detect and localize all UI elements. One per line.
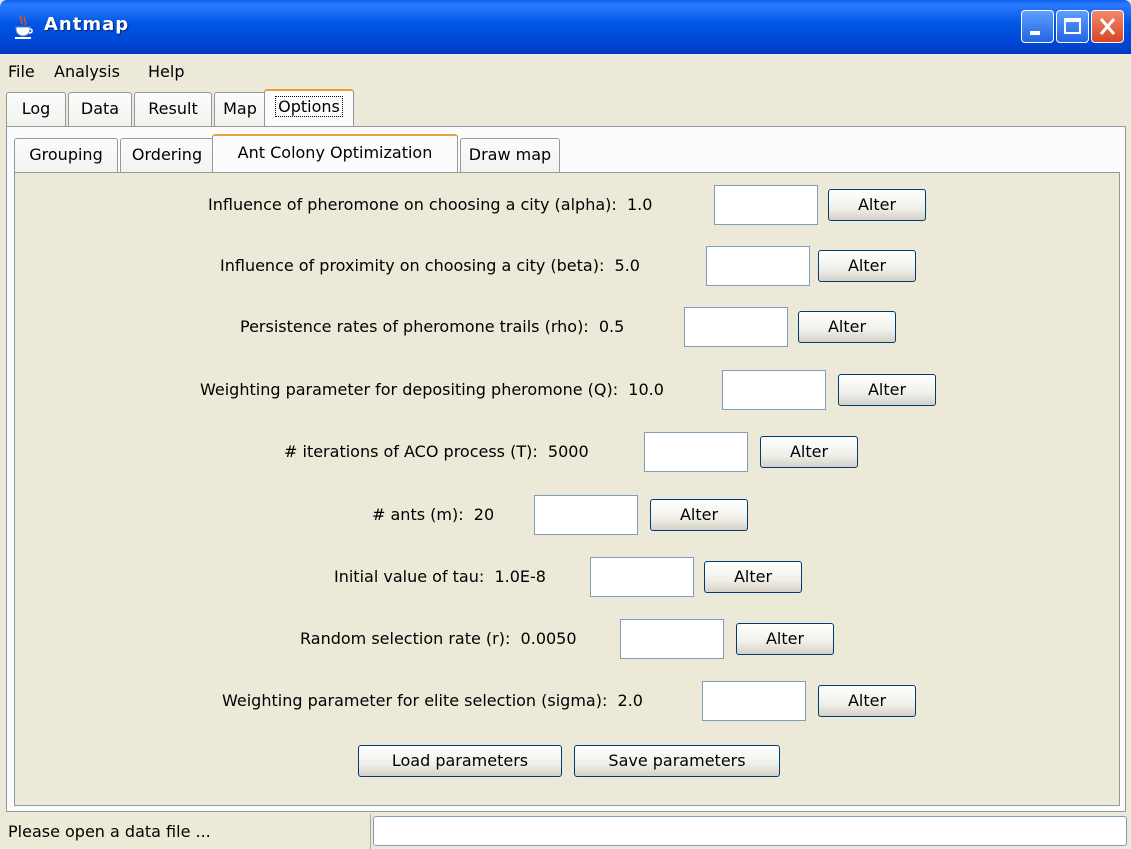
param-row-alpha: Influence of pheromone on choosing a cit…	[208, 185, 938, 225]
tab-options-label: Options	[275, 96, 343, 117]
param-value-q: 10.0	[628, 380, 664, 399]
subtab-grouping-label: Grouping	[29, 145, 103, 164]
param-value-beta: 5.0	[614, 256, 640, 275]
status-divider	[370, 814, 371, 849]
tab-map-label: Map	[223, 99, 257, 118]
param-row-tau: Initial value of tau: 1.0E-8 Alter	[334, 557, 804, 597]
param-row-m: # ants (m): 20 Alter	[372, 495, 752, 535]
param-input-r[interactable]	[620, 619, 724, 659]
param-label-r: Random selection rate (r): 0.0050	[300, 629, 577, 648]
tab-log-label: Log	[21, 99, 51, 118]
param-label-q: Weighting parameter for depositing phero…	[200, 380, 664, 399]
load-parameters-button[interactable]: Load parameters	[358, 745, 562, 777]
param-input-tau[interactable]	[590, 557, 694, 597]
param-value-m: 20	[473, 505, 495, 524]
subtab-aco-label: Ant Colony Optimization	[237, 143, 433, 162]
param-label-beta: Influence of proximity on choosing a cit…	[220, 256, 640, 275]
param-value-alpha: 1.0	[626, 195, 653, 214]
title-bar[interactable]: Antmap	[0, 0, 1131, 54]
menu-bar: File Analysis Help	[0, 58, 1131, 88]
close-icon	[1099, 18, 1116, 35]
alter-beta-button[interactable]: Alter	[818, 250, 916, 282]
tab-map[interactable]: Map	[214, 92, 266, 126]
maximize-icon	[1064, 18, 1081, 34]
menu-analysis[interactable]: Analysis	[54, 62, 120, 81]
param-label-t: # iterations of ACO process (T): 5000	[284, 442, 589, 461]
java-cup-icon	[15, 15, 33, 39]
param-label-m: # ants (m): 20	[372, 505, 495, 524]
tab-result-label: Result	[148, 99, 198, 118]
param-label-alpha: Influence of pheromone on choosing a cit…	[208, 195, 653, 214]
subtab-draw-map-label: Draw map	[468, 145, 552, 164]
subtab-ordering-label: Ordering	[131, 145, 203, 164]
window-title: Antmap	[44, 14, 130, 35]
param-value-t: 5000	[547, 442, 589, 461]
alter-rho-button[interactable]: Alter	[798, 311, 896, 343]
tab-data[interactable]: Data	[68, 92, 132, 126]
minimize-icon	[1030, 31, 1040, 35]
tab-result[interactable]: Result	[134, 92, 212, 126]
alter-alpha-button[interactable]: Alter	[828, 189, 926, 221]
param-value-rho: 0.5	[598, 317, 625, 336]
subtab-grouping[interactable]: Grouping	[14, 138, 118, 172]
param-value-tau: 1.0E-8	[494, 567, 546, 586]
app-window: Antmap File Analysis Help Log Data Resul…	[0, 0, 1131, 849]
param-label-sigma: Weighting parameter for elite selection …	[222, 691, 643, 710]
param-value-sigma: 2.0	[617, 691, 643, 710]
param-value-r: 0.0050	[520, 629, 577, 648]
tab-options[interactable]: Options	[264, 89, 354, 127]
alter-r-button[interactable]: Alter	[736, 623, 834, 655]
subtab-ordering[interactable]: Ordering	[120, 138, 214, 172]
minimize-button[interactable]	[1021, 10, 1054, 43]
menu-file[interactable]: File	[8, 62, 35, 81]
param-input-alpha[interactable]	[714, 185, 818, 225]
param-input-m[interactable]	[534, 495, 638, 535]
param-label-rho: Persistence rates of pheromone trails (r…	[240, 317, 625, 336]
progress-bar	[373, 816, 1127, 846]
param-input-sigma[interactable]	[702, 681, 806, 721]
param-row-q: Weighting parameter for depositing phero…	[200, 370, 940, 410]
maximize-button[interactable]	[1056, 10, 1089, 43]
param-input-beta[interactable]	[706, 246, 810, 286]
param-input-q[interactable]	[722, 370, 826, 410]
param-label-tau: Initial value of tau: 1.0E-8	[334, 567, 546, 586]
subtab-aco[interactable]: Ant Colony Optimization	[212, 134, 458, 172]
close-button[interactable]	[1091, 10, 1124, 43]
param-row-t: # iterations of ACO process (T): 5000 Al…	[284, 432, 864, 472]
menu-help[interactable]: Help	[148, 62, 184, 81]
alter-sigma-button[interactable]: Alter	[818, 685, 916, 717]
param-row-sigma: Weighting parameter for elite selection …	[222, 681, 922, 721]
param-row-beta: Influence of proximity on choosing a cit…	[220, 246, 920, 286]
param-row-r: Random selection rate (r): 0.0050 Alter	[300, 619, 840, 659]
param-input-t[interactable]	[644, 432, 748, 472]
status-text: Please open a data file ...	[8, 822, 211, 841]
tab-data-label: Data	[80, 99, 120, 118]
alter-m-button[interactable]: Alter	[650, 499, 748, 531]
param-input-rho[interactable]	[684, 307, 788, 347]
alter-t-button[interactable]: Alter	[760, 436, 858, 468]
tab-log[interactable]: Log	[6, 92, 66, 126]
alter-q-button[interactable]: Alter	[838, 374, 936, 406]
subtab-draw-map[interactable]: Draw map	[460, 138, 560, 172]
save-parameters-button[interactable]: Save parameters	[574, 745, 780, 777]
param-row-rho: Persistence rates of pheromone trails (r…	[240, 307, 900, 347]
alter-tau-button[interactable]: Alter	[704, 561, 802, 593]
